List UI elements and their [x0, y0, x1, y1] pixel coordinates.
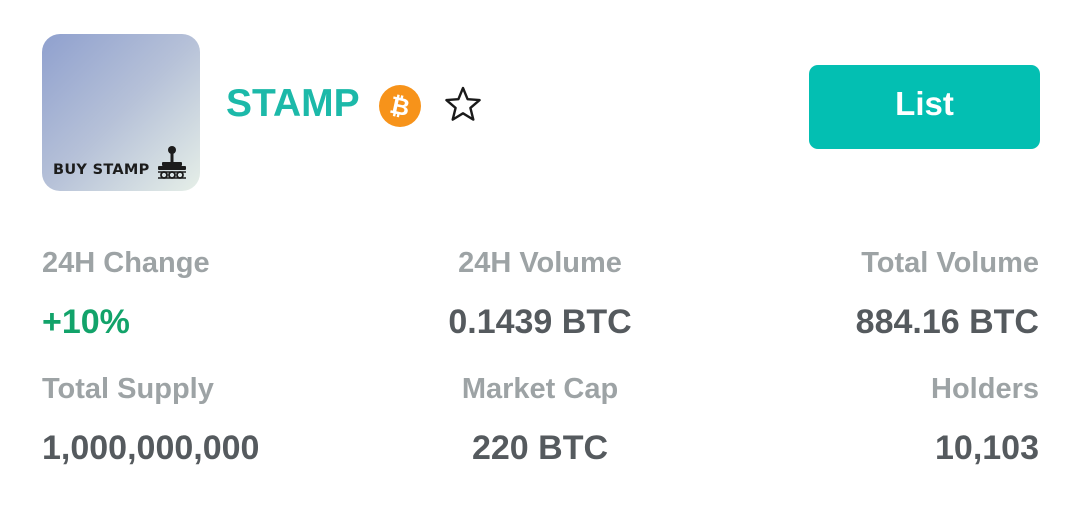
stat-label: Market Cap [461, 373, 619, 405]
bitcoin-icon: ₿ [379, 85, 421, 127]
stat-value: 220 BTC [471, 429, 609, 467]
token-logo: BUY STAMP [42, 34, 200, 191]
stat-total-supply: Total Supply 1,000,000,000 [42, 372, 259, 468]
stat-value: 1,000,000,000 [42, 429, 260, 467]
stat-label: 24H Change [42, 247, 210, 279]
stamp-icon [158, 146, 186, 179]
token-header-card: BUY STAMP STAMP ₿ List 24H Change +10% 2… [0, 0, 1080, 531]
stat-24h-volume: 24H Volume 0.1439 BTC [448, 246, 631, 342]
token-name: STAMP [226, 82, 360, 125]
stat-market-cap: Market Cap 220 BTC [462, 372, 618, 468]
stat-value: 884.16 BTC [855, 303, 1039, 341]
stat-label: Total Supply [42, 373, 214, 405]
stat-label: Total Volume [861, 247, 1039, 279]
stat-value: 10,103 [935, 429, 1039, 467]
stat-value: 0.1439 BTC [448, 303, 632, 341]
stat-label: 24H Volume [458, 247, 622, 279]
logo-text: BUY STAMP [53, 162, 150, 178]
stat-value: +10% [42, 303, 130, 341]
favorite-star-icon[interactable] [444, 85, 482, 123]
stat-label: Holders [931, 373, 1039, 405]
stat-24h-change: 24H Change +10% [42, 246, 210, 342]
list-button[interactable]: List [809, 65, 1040, 149]
stat-total-volume: Total Volume 884.16 BTC [856, 246, 1039, 342]
stat-holders: Holders 10,103 [931, 372, 1039, 468]
